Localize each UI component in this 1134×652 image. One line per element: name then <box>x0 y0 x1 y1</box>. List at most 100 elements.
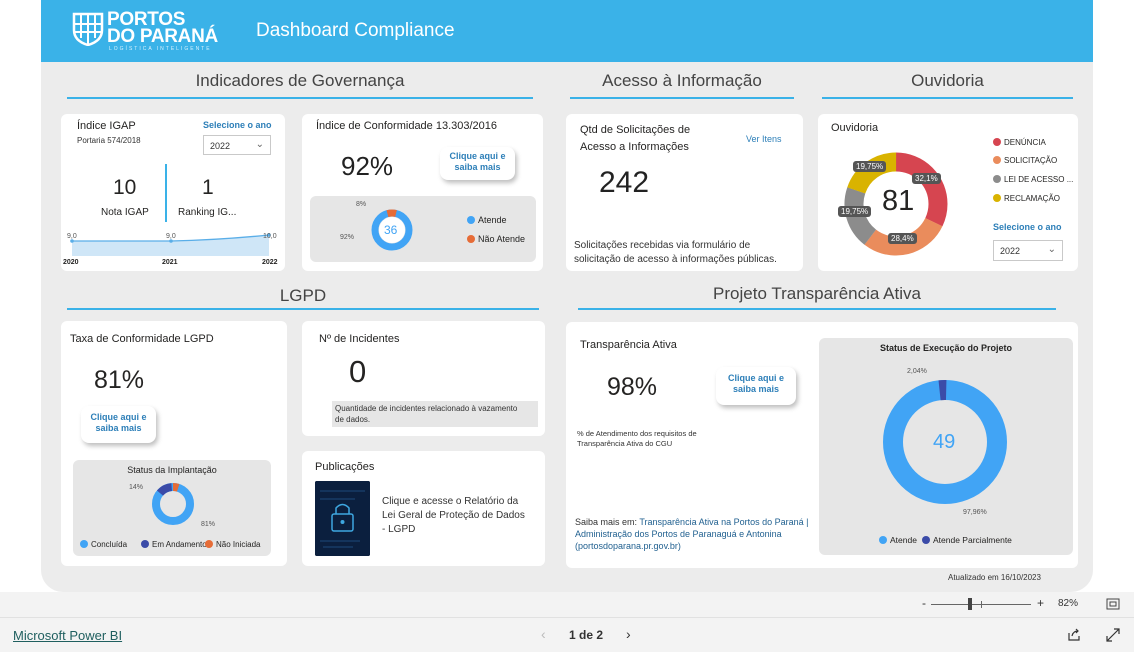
section-rule <box>570 97 794 99</box>
chevron-down-icon: ⌄ <box>1047 244 1056 255</box>
conformidade-donut-panel: 36 8% 92% Atende Não Atende <box>310 196 536 262</box>
execucao-donut-center: 49 <box>933 431 956 453</box>
zoom-bar: - + 82% <box>0 592 1134 617</box>
conformidade-card: Índice de Conformidade 13.303/2016 92% C… <box>302 114 543 271</box>
ouvidoria-select-label: Selecione o ano <box>993 222 1062 232</box>
ouvidoria-year-select[interactable]: 2022 ⌄ <box>993 240 1063 261</box>
trend-year: 2020 <box>63 259 79 266</box>
previous-page-icon[interactable]: ‹ <box>541 626 546 642</box>
page-indicator: 1 de 2 <box>569 628 604 642</box>
zoom-slider-tick <box>981 601 982 608</box>
lgpd-status-donut <box>152 482 194 525</box>
legend-item-atende: Atende <box>879 535 917 545</box>
incidentes-title: Nº de Incidentes <box>319 333 400 345</box>
donut-label: 8% <box>356 201 367 208</box>
transparencia-saiba-mais: Saiba mais em: Transparência Ativa na Po… <box>575 517 809 551</box>
trend-label: 9,0 <box>166 233 176 240</box>
powerbi-bottom-bar: Microsoft Power BI ‹ 1 de 2 › <box>0 617 1134 652</box>
execucao-status-panel: Status de Execução do Projeto 49 2,04% 9… <box>819 338 1073 555</box>
share-icon[interactable] <box>1067 628 1081 642</box>
legend-item-nao-atende: Não Atende <box>467 234 525 244</box>
donut-label: 19,75% <box>838 206 872 217</box>
conformidade-saiba-mais-button[interactable]: Clique aqui e saiba mais <box>440 147 515 180</box>
publicacoes-text[interactable]: Clique e acesse o Relatório da Lei Geral … <box>382 495 525 537</box>
legend-item-atende-parcialmente: Atende Parcialmente <box>922 535 1012 545</box>
lgpd-saiba-mais-button[interactable]: Clique aqui e saiba mais <box>81 406 156 443</box>
ranking-igap-label: Ranking IG... <box>178 207 237 218</box>
padlock-icon <box>315 481 370 556</box>
igap-card: Índice IGAP Portaria 574/2018 Selecione … <box>61 114 285 271</box>
acesso-value: 242 <box>599 166 650 199</box>
chevron-down-icon: ⌄ <box>255 139 264 150</box>
donut-label: 2,04% <box>907 368 927 375</box>
legend-item-em-andamento: Em Andamento <box>141 540 207 549</box>
publicacoes-card: Publicações Clique e acesse o Relatório … <box>302 451 545 566</box>
igap-year-select[interactable]: 2022 ⌄ <box>203 135 271 155</box>
port-shield-icon <box>72 12 104 46</box>
nota-igap-label: Nota IGAP <box>101 207 149 218</box>
kpi-divider <box>165 164 167 222</box>
acesso-card: Qtd de Solicitações de Acesso a Informaçõ… <box>566 114 803 271</box>
logo-text: PORTOS DO PARANÁ <box>107 9 218 47</box>
logo-tagline: LOGÍSTICA INTELIGENTE <box>109 46 212 52</box>
conformidade-value: 92% <box>341 151 394 181</box>
report-canvas: PORTOS DO PARANÁ LOGÍSTICA INTELIGENTE Da… <box>41 0 1093 592</box>
zoom-out-button[interactable]: - <box>922 596 926 610</box>
section-title-transparencia: Projeto Transparência Ativa <box>713 284 921 303</box>
next-page-icon[interactable]: › <box>626 626 631 642</box>
transparencia-card: Transparência Ativa 98% Clique aqui e sai… <box>566 322 1078 568</box>
incidentes-value: 0 <box>349 354 367 389</box>
section-rule <box>67 97 533 99</box>
legend-item-atende: Atende <box>467 215 507 225</box>
transparencia-title: Transparência Ativa <box>580 339 677 351</box>
section-title-acesso: Acesso à Informação <box>602 71 762 90</box>
section-title-lgpd: LGPD <box>279 286 327 305</box>
ouvidoria-title: Ouvidoria <box>831 122 879 134</box>
trend-label: 9,0 <box>67 233 77 240</box>
publicacoes-title: Publicações <box>315 461 375 473</box>
donut-label: 14% <box>129 484 144 491</box>
section-rule <box>822 97 1073 99</box>
fullscreen-icon[interactable] <box>1106 628 1120 642</box>
zoom-in-button[interactable]: + <box>1037 596 1044 610</box>
ouvidoria-center: 81 <box>882 185 915 217</box>
updated-label: Atualizado em 16/10/2023 <box>948 573 1041 582</box>
section-title-governanca: Indicadores de Governança <box>195 71 405 90</box>
incidentes-note: Quantidade de incidentes relacionado à v… <box>335 404 518 424</box>
conformidade-donut-center: 36 <box>384 223 398 237</box>
ranking-igap-value: 1 <box>202 176 214 199</box>
donut-label: 32,1% <box>912 173 941 184</box>
section-rule <box>67 308 539 310</box>
transparencia-note: % de Atendimento dos requisitos de Transp… <box>577 429 697 448</box>
section-rule <box>578 308 1056 310</box>
donut-label: 97,96% <box>963 509 987 516</box>
portos-logo: PORTOS DO PARANÁ LOGÍSTICA INTELIGENTE <box>69 8 229 54</box>
legend-item-solicitacao: SOLICITAÇÃO <box>993 156 1057 165</box>
zoom-slider-handle[interactable] <box>968 598 972 610</box>
donut-label: 92% <box>340 234 355 241</box>
ouvidoria-card: Ouvidoria 81 32,1% 28,4% 19,75% 19,75% D… <box>818 114 1078 271</box>
lgpd-status-panel: Status da Implantação 14% 81% Concluída … <box>73 460 271 556</box>
igap-select-label: Selecione o ano <box>203 120 272 130</box>
trend-label: 10,0 <box>263 233 277 240</box>
ver-itens-link[interactable]: Ver Itens <box>746 134 782 144</box>
transparencia-saiba-mais-button[interactable]: Clique aqui e saiba mais <box>716 367 796 405</box>
acesso-title: Qtd de Solicitações de Acesso a Informaçõ… <box>580 124 691 153</box>
zoom-level: 82% <box>1058 598 1079 609</box>
igap-subtitle: Portaria 574/2018 <box>77 136 141 145</box>
dashboard-title: Dashboard Compliance <box>256 20 455 41</box>
legend-item-reclamacao: RECLAMAÇÃO <box>993 194 1060 203</box>
status-implantacao-title: Status da Implantação <box>127 465 217 475</box>
section-title-ouvidoria: Ouvidoria <box>911 71 984 90</box>
lgpd-taxa-value: 81% <box>94 366 145 394</box>
donut-label: 28,4% <box>888 233 917 244</box>
powerbi-brand-link[interactable]: Microsoft Power BI <box>13 628 122 643</box>
fit-to-page-icon[interactable] <box>1106 598 1120 610</box>
trend-year: 2021 <box>162 259 178 266</box>
lgpd-report-cover[interactable] <box>315 481 370 556</box>
execucao-status-title: Status de Execução do Projeto <box>879 343 1013 353</box>
acesso-note: Solicitações recebidas via formulário de… <box>574 240 777 265</box>
conformidade-title: Índice de Conformidade 13.303/2016 <box>316 120 498 132</box>
legend-item-nao-iniciada: Não Iniciada <box>205 540 260 549</box>
nota-igap-value: 10 <box>113 176 137 199</box>
